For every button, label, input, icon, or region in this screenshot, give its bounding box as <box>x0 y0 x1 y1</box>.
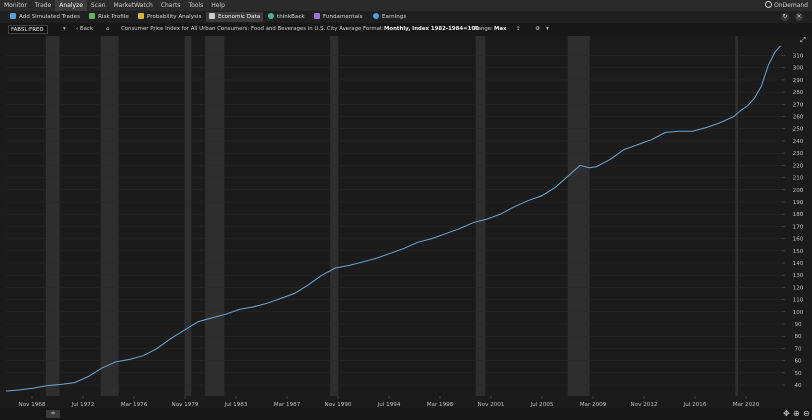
menu-monitor[interactable]: Monitor <box>0 0 31 11</box>
y-tick-label: 130 <box>793 273 804 279</box>
menu-trade[interactable]: Trade <box>31 0 55 11</box>
share-icon[interactable]: ⇪ <box>516 23 521 36</box>
close-icon[interactable]: × <box>795 13 803 21</box>
back-button[interactable]: ‹ Back <box>76 23 93 36</box>
y-tick-label: 280 <box>793 90 804 96</box>
range-value[interactable]: Max <box>494 23 506 36</box>
y-tick-label: 110 <box>793 298 804 304</box>
analyze-toolbar: Add Simulated Trades Risk Profile Probab… <box>0 11 812 23</box>
price-chart[interactable]: Nov 1968 Jul 1972 Mar 1976 Nov 1979 Jul 1983… <box>6 36 782 408</box>
recession-band <box>330 36 339 396</box>
main-menu-bar: Monitor Trade Analyze Scan MarketWatch Charts… <box>0 0 812 11</box>
series-line <box>6 45 781 392</box>
format-value[interactable]: Monthly, Index 1982-1984=100 <box>384 23 479 36</box>
recession-band <box>184 36 192 396</box>
risk-profile-icon <box>89 13 95 19</box>
chevron-down-icon[interactable]: ▾ <box>63 23 66 36</box>
y-tick-label: 170 <box>793 224 804 230</box>
ondemand-label: OnDemand <box>774 2 808 9</box>
menu-charts[interactable]: Charts <box>157 0 185 11</box>
y-tick-label: 210 <box>793 176 804 182</box>
y-tick-label: 90 <box>794 322 802 328</box>
series-toolbar: FABSL:FRED ▾ ‹ Back ⌂ Consumer Price Ind… <box>0 23 812 36</box>
y-tick-label: 80 <box>794 334 802 340</box>
y-tick-label: 180 <box>793 212 804 218</box>
y-tick-label: 270 <box>793 102 804 108</box>
series-title: Consumer Price Index for All Urban Consu… <box>121 26 362 32</box>
y-tick-label: 150 <box>793 249 804 255</box>
recession-band <box>735 36 739 396</box>
y-tick-label: 120 <box>793 285 804 291</box>
zoom-out-icon[interactable]: ⊖ <box>803 409 810 419</box>
bulb-icon <box>373 13 379 19</box>
y-tick-label: 70 <box>794 346 802 352</box>
y-tick-label: 60 <box>794 359 802 365</box>
recession-band <box>100 36 119 396</box>
refresh-icon[interactable]: ↻ <box>781 13 789 21</box>
earnings-button[interactable]: Earnings <box>373 11 406 23</box>
y-tick-label: 220 <box>793 163 804 169</box>
menu-marketwatch[interactable]: MarketWatch <box>110 0 157 11</box>
scroll-handle[interactable]: ≑ <box>46 410 60 418</box>
probability-analysis-button[interactable]: Probability Analysis <box>138 11 201 23</box>
recession-band <box>567 36 590 396</box>
y-tick-label: 190 <box>793 200 804 206</box>
y-tick-label: 140 <box>793 261 804 267</box>
menu-help[interactable]: Help <box>207 0 229 11</box>
economic-data-button[interactable]: Economic Data <box>206 12 264 22</box>
settings-chevron-icon[interactable]: ▾ <box>546 23 549 36</box>
thinkback-button[interactable]: thinkBack <box>268 11 305 23</box>
add-simulated-trades-button[interactable]: Add Simulated Trades <box>10 11 80 23</box>
probability-icon <box>138 13 144 19</box>
ondemand-button[interactable]: OnDemand <box>765 0 808 11</box>
price-axis[interactable]: 40 50 60 70 80 90 100 110 120 130 140 150 160 170 180 1… <box>782 36 812 408</box>
y-tick-label: 240 <box>793 139 804 145</box>
bottom-scrollbar: ≑ ✥ ⊕ ⊖ <box>0 408 812 420</box>
y-tick-label: 300 <box>793 66 804 72</box>
clock-icon <box>268 13 274 19</box>
fundamentals-icon <box>314 13 320 19</box>
recession-band <box>45 36 60 396</box>
trade-icon <box>10 13 16 19</box>
y-tick-label: 290 <box>793 78 804 84</box>
recession-band <box>475 36 486 396</box>
y-tick-label: 100 <box>793 310 804 316</box>
building-icon <box>209 13 215 19</box>
y-tick-label: 50 <box>794 371 802 377</box>
range-label: Range: <box>474 26 493 32</box>
expand-chart-icon[interactable]: ⤢ <box>797 36 809 46</box>
recession-band <box>205 36 225 396</box>
y-tick-label: 40 <box>794 383 802 389</box>
y-tick-label: 200 <box>793 188 804 194</box>
ondemand-icon <box>765 1 773 8</box>
fundamentals-button[interactable]: Fundamentals <box>314 11 363 23</box>
y-tick-label: 260 <box>793 115 804 121</box>
y-tick-label: 250 <box>793 127 804 133</box>
pan-icon[interactable]: ✥ <box>783 409 790 419</box>
zoom-in-icon[interactable]: ⊕ <box>793 409 800 419</box>
format-label: Format: <box>363 26 384 32</box>
risk-profile-button[interactable]: Risk Profile <box>89 11 129 23</box>
menu-tools[interactable]: Tools <box>184 0 207 11</box>
symbol-input[interactable]: FABSL:FRED <box>8 25 48 34</box>
y-tick-label: 160 <box>793 237 804 243</box>
menu-analyze[interactable]: Analyze <box>55 0 87 11</box>
y-tick-label: 230 <box>793 151 804 157</box>
gear-icon[interactable]: ⚙ <box>535 23 540 36</box>
y-tick-label: 310 <box>793 54 804 60</box>
menu-scan[interactable]: Scan <box>87 0 110 11</box>
home-icon[interactable]: ⌂ <box>106 23 109 36</box>
